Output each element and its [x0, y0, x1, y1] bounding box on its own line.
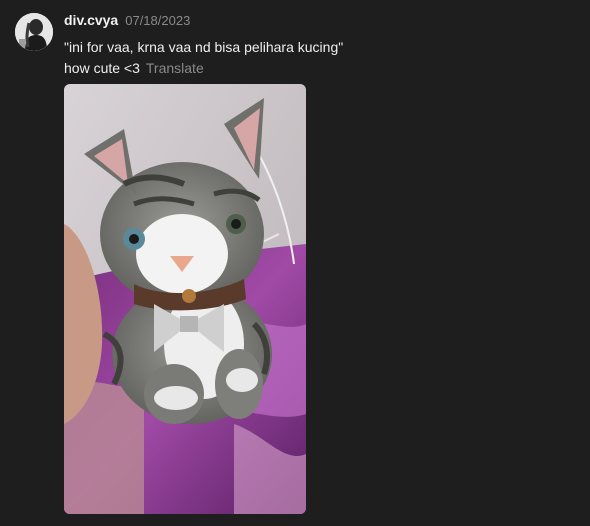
- message-line-2: how cute <3 Translate: [64, 58, 343, 79]
- username[interactable]: div.cvya: [64, 12, 118, 28]
- message-post: div.cvya 07/18/2023 "ini for vaa, krna v…: [0, 0, 590, 526]
- plush-cat-photo-icon: [64, 84, 306, 514]
- timestamp: 07/18/2023: [125, 13, 191, 28]
- message-text: how cute <3: [64, 60, 140, 76]
- avatar[interactable]: [15, 13, 53, 51]
- post-header: div.cvya 07/18/2023: [64, 12, 190, 32]
- translate-link[interactable]: Translate: [146, 60, 204, 76]
- message-line-1: "ini for vaa, krna vaa nd bisa pelihara …: [64, 39, 344, 55]
- image-attachment[interactable]: [64, 84, 306, 514]
- message-body: "ini for vaa, krna vaa nd bisa pelihara …: [64, 37, 343, 79]
- avatar-photo-icon: [15, 13, 53, 51]
